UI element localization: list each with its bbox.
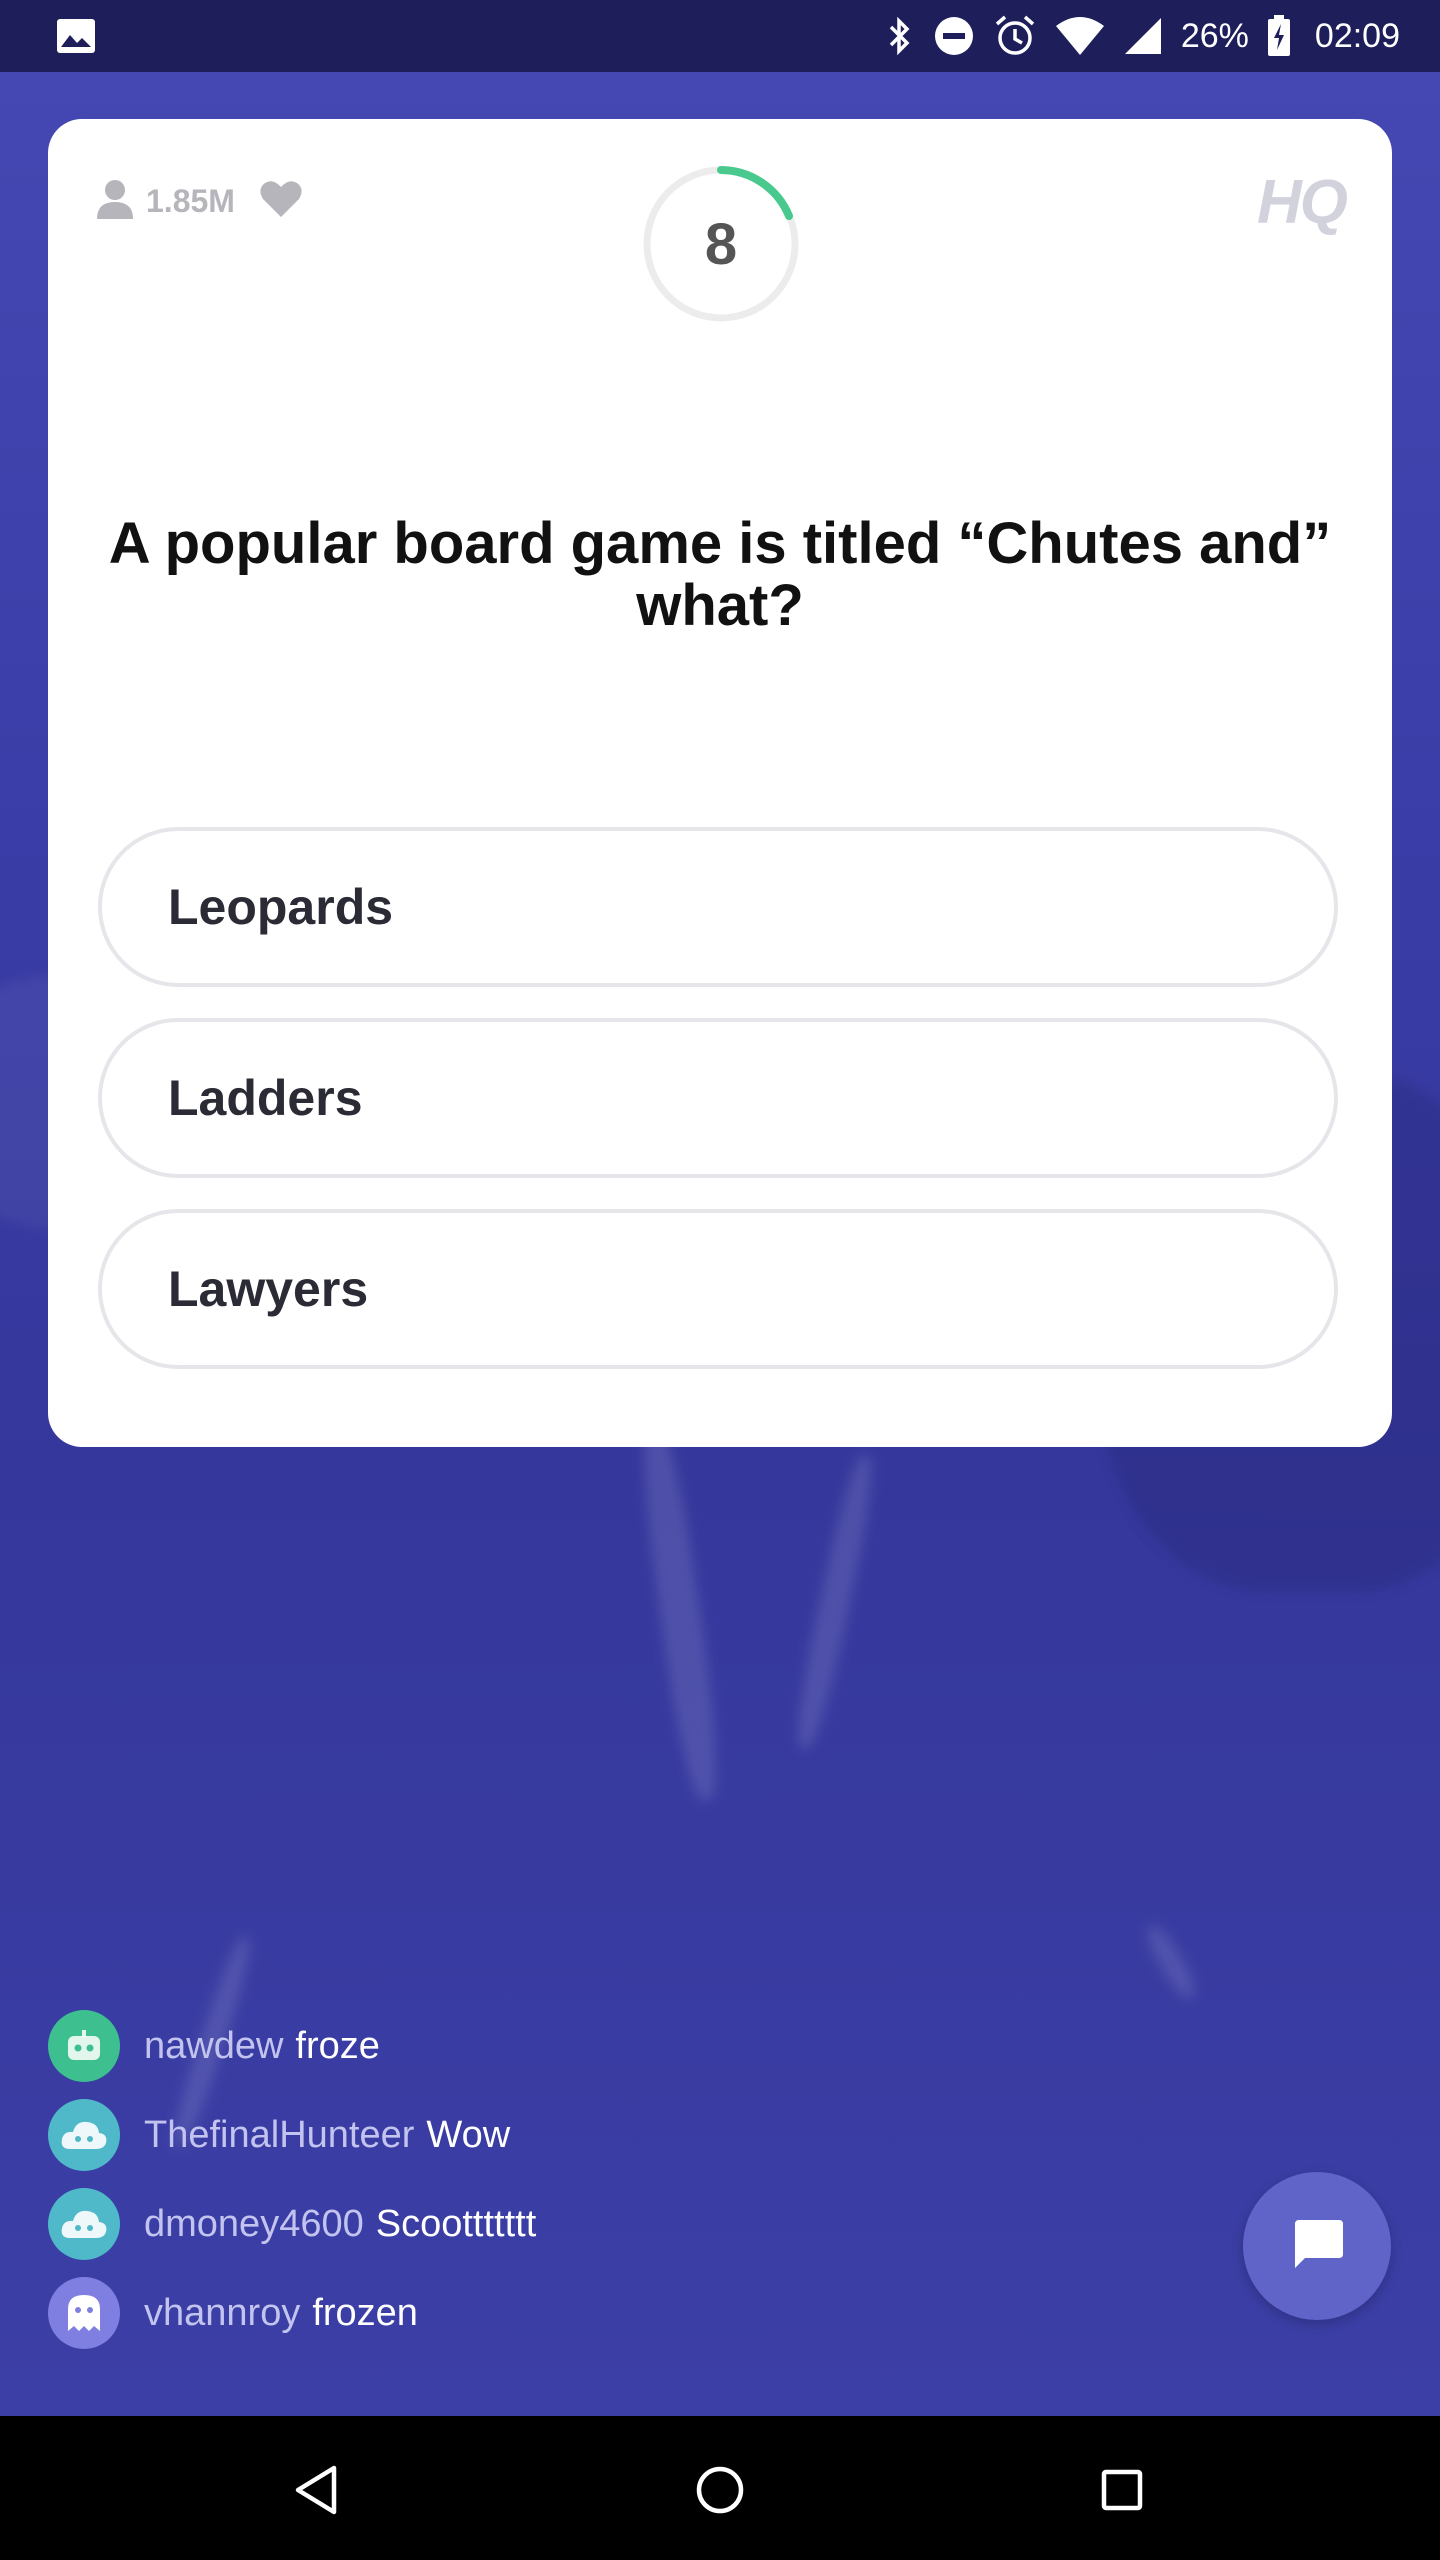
chat-message: nawdew froze (48, 2010, 380, 2082)
answer-option-3[interactable]: Lawyers (98, 1209, 1338, 1369)
battery-percent: 26% (1180, 16, 1249, 55)
clock: 02:09 (1314, 16, 1400, 55)
chat-text: froze (295, 2024, 380, 2067)
status-icons: 26% 02:09 (885, 0, 1400, 72)
chat-text: Wow (426, 2113, 511, 2156)
do-not-disturb-icon (933, 15, 975, 57)
chat-username: ThefinalHunteer (144, 2113, 415, 2156)
chat-message: ThefinalHunteer Wow (48, 2099, 510, 2171)
countdown-timer: 8 (641, 164, 801, 324)
navigation-bar (0, 2416, 1440, 2560)
home-icon[interactable] (690, 2460, 750, 2520)
heart-icon[interactable] (259, 179, 303, 223)
signal-icon (1123, 16, 1163, 56)
viewer-count: 1.85M (146, 182, 235, 219)
answer-option-2[interactable]: Ladders (98, 1018, 1338, 1178)
gallery-icon (56, 18, 96, 54)
person-icon (96, 179, 134, 223)
question-text: A popular board game is titled “Chutes a… (108, 511, 1332, 638)
robot-avatar-icon (48, 2010, 120, 2082)
chat-text: Scoottttttt (375, 2202, 537, 2245)
chat-username: nawdew (144, 2024, 284, 2067)
chat-message: vhannroy frozen (48, 2277, 418, 2349)
cloud-avatar-icon (48, 2188, 120, 2260)
answer-option-1[interactable]: Leopards (98, 827, 1338, 987)
chat-button[interactable] (1243, 2172, 1391, 2320)
chat-message: dmoney4600 Scoottttttt (48, 2188, 536, 2260)
ghost-avatar-icon (48, 2277, 120, 2349)
chat-text: frozen (312, 2291, 418, 2334)
back-icon[interactable] (286, 2460, 346, 2520)
wifi-icon (1055, 16, 1105, 56)
hq-logo: HQ (1257, 168, 1348, 237)
chat-username: vhannroy (144, 2291, 301, 2334)
chat-username: dmoney4600 (144, 2202, 364, 2245)
chat-bubble-icon (1289, 2216, 1345, 2276)
viewer-info: 1.85M (96, 179, 303, 223)
battery-charging-icon (1267, 15, 1291, 57)
bluetooth-icon (885, 16, 915, 56)
cloud-avatar-icon (48, 2099, 120, 2171)
question-card: 1.85M 8 HQ A popular board game is title… (48, 119, 1392, 1447)
recents-icon[interactable] (1092, 2460, 1152, 2520)
alarm-icon (993, 14, 1037, 58)
status-bar: 26% 02:09 (0, 0, 1440, 72)
timer-number: 8 (704, 211, 738, 277)
